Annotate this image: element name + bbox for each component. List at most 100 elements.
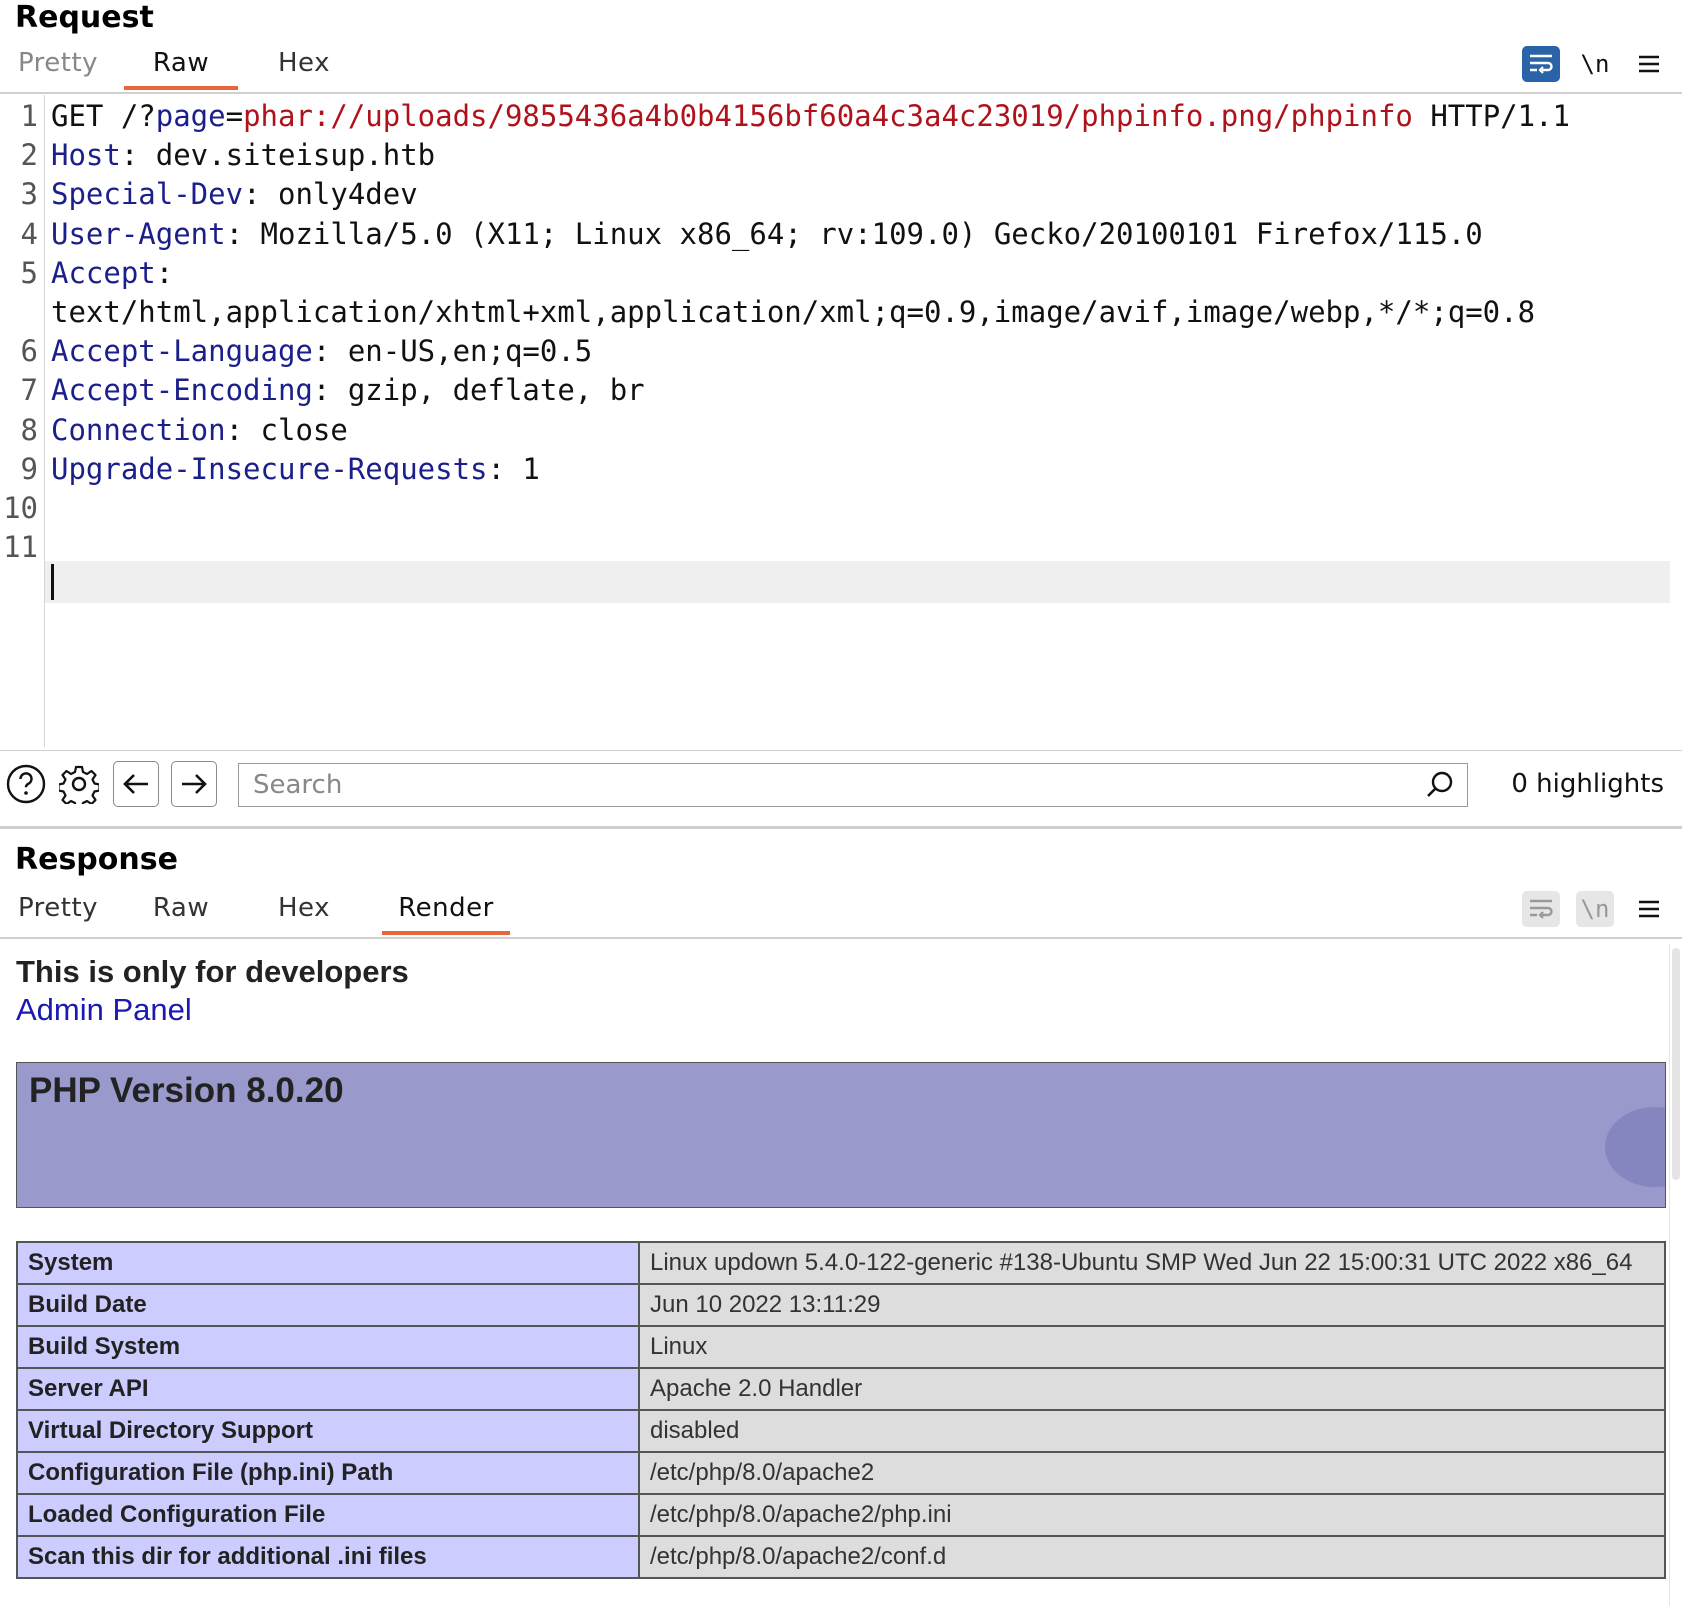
code-line[interactable]: Special-Dev: only4dev	[51, 173, 418, 215]
search-icon[interactable]	[1425, 770, 1455, 804]
info-key: Build System	[16, 1325, 640, 1369]
info-key: Build Date	[16, 1283, 640, 1327]
info-value: Jun 10 2022 13:11:29	[638, 1283, 1666, 1327]
code-line[interactable]: GET /?page=phar://uploads/9855436a4b0b41…	[51, 95, 1570, 137]
wrap-lines-icon[interactable]	[1522, 891, 1560, 927]
info-key: System	[16, 1241, 640, 1285]
request-tab-pretty[interactable]: Pretty	[0, 48, 116, 90]
code-line[interactable]: Accept:	[51, 252, 173, 294]
arrow-right-icon	[182, 774, 207, 794]
line-number: 1	[20, 99, 38, 133]
info-key: Scan this dir for additional .ini files	[16, 1535, 640, 1579]
request-tab-hex[interactable]: Hex	[246, 48, 362, 90]
header-name: page	[155, 99, 226, 133]
search-previous-button[interactable]	[113, 761, 159, 807]
code-text: =	[225, 99, 244, 133]
line-number: 5	[20, 255, 38, 290]
code-line[interactable]: text/html,application/xhtml+xml,applicat…	[51, 291, 1535, 333]
info-value: disabled	[638, 1409, 1666, 1453]
code-line[interactable]: User-Agent: Mozilla/5.0 (X11; Linux x86_…	[51, 213, 1483, 255]
hamburger-menu-icon[interactable]	[1630, 891, 1668, 927]
request-toolbar: \n	[1522, 46, 1668, 82]
arrow-left-icon	[123, 774, 148, 794]
line-number: 9	[20, 451, 38, 486]
code-text: :	[155, 255, 174, 290]
info-value: /etc/php/8.0/apache2	[638, 1451, 1666, 1495]
line-number: 6	[20, 334, 38, 369]
highlight-count: 0 highlights	[1511, 769, 1664, 799]
param-value: phar://uploads/9855436a4b0b4156bf60a4c3a…	[243, 99, 1413, 133]
code-line[interactable]: Upgrade-Insecure-Requests: 1	[51, 448, 540, 490]
code-text: HTTP/1.1	[1412, 99, 1571, 133]
php-version-header: PHP Version 8.0.20	[16, 1062, 1666, 1208]
code-text: text/html,application/xhtml+xml,applicat…	[51, 295, 1536, 329]
wrap-lines-icon[interactable]	[1522, 46, 1560, 82]
table-row: System Linux updown 5.4.0-122-generic #13…	[16, 1241, 1666, 1285]
table-row: Build System Linux	[16, 1325, 1666, 1369]
info-value: Linux updown 5.4.0-122-generic #138-Ubun…	[638, 1241, 1666, 1285]
request-tab-raw[interactable]: Raw	[116, 48, 246, 90]
developer-notice: This is only for developers	[16, 954, 409, 989]
info-value: Linux	[638, 1325, 1666, 1369]
line-number: 8	[20, 412, 38, 447]
header-name: Connection	[51, 412, 226, 447]
code-line[interactable]: Accept-Language: en-US,en;q=0.5	[51, 330, 592, 372]
info-value: Apache 2.0 Handler	[638, 1367, 1666, 1411]
help-icon[interactable]	[5, 763, 47, 805]
code-text: : only4dev	[243, 177, 418, 212]
header-name: Special-Dev	[51, 177, 244, 212]
show-newlines-icon[interactable]: \n	[1576, 46, 1614, 82]
code-line[interactable]: Host: dev.siteisup.htb	[51, 134, 435, 176]
header-name: Upgrade-Insecure-Requests	[51, 451, 488, 486]
search-input[interactable]	[251, 764, 1415, 806]
scrollbar-thumb[interactable]	[1672, 948, 1680, 1180]
response-toolbar: \n	[1522, 891, 1668, 927]
code-text: : close	[225, 412, 348, 447]
show-newlines-icon[interactable]: \n	[1576, 891, 1614, 927]
table-row: Server API Apache 2.0 Handler	[16, 1367, 1666, 1411]
render-view: This is only for developers Admin Panel …	[0, 944, 1682, 1606]
line-number: 10	[3, 491, 38, 525]
response-tab-hex[interactable]: Hex	[246, 893, 362, 935]
table-row: Build Date Jun 10 2022 13:11:29	[16, 1283, 1666, 1327]
table-row: Virtual Directory Support disabled	[16, 1409, 1666, 1453]
search-next-button[interactable]	[171, 761, 217, 807]
pane-divider[interactable]	[0, 826, 1682, 829]
gear-icon[interactable]	[58, 763, 100, 805]
request-tab-divider	[0, 92, 1682, 94]
code-line[interactable]: Connection: close	[51, 409, 348, 451]
line-number	[0, 291, 38, 333]
table-row: Configuration File (php.ini) Path/etc/ph…	[16, 1451, 1666, 1495]
response-tab-render[interactable]: Render	[374, 893, 518, 935]
info-value: /etc/php/8.0/apache2/php.ini	[638, 1493, 1666, 1537]
code-line[interactable]: Accept-Encoding: gzip, deflate, br	[51, 369, 645, 411]
header-name: User-Agent	[51, 216, 226, 251]
render-scrollbar[interactable]	[1669, 944, 1682, 1606]
table-row: Loaded Configuration File/etc/php/8.0/ap…	[16, 1493, 1666, 1537]
response-tab-raw[interactable]: Raw	[116, 893, 246, 935]
search-field	[238, 763, 1468, 807]
line-number: 3	[20, 177, 38, 212]
request-tabs: Pretty Raw Hex	[0, 48, 362, 90]
line-number: 7	[20, 373, 38, 408]
response-title: Response	[15, 842, 178, 877]
response-tabs: Pretty Raw Hex Render	[0, 893, 518, 935]
response-tab-divider	[0, 937, 1682, 939]
info-key: Loaded Configuration File	[16, 1493, 640, 1537]
header-name: Host	[51, 138, 121, 173]
admin-panel-link[interactable]: Admin Panel	[16, 992, 192, 1028]
line-number: 4	[20, 216, 38, 251]
code-text: : 1	[487, 451, 540, 486]
code-text: : dev.siteisup.htb	[120, 138, 436, 173]
text-caret	[51, 564, 54, 600]
response-tab-pretty[interactable]: Pretty	[0, 893, 116, 935]
request-editor[interactable]: 1 GET /?page=phar://uploads/9855436a4b0b4…	[0, 95, 1682, 747]
info-key: Configuration File (php.ini) Path	[16, 1451, 640, 1495]
code-text: GET /?	[51, 99, 156, 133]
code-text: : en-US,en;q=0.5	[312, 334, 593, 369]
hamburger-menu-icon[interactable]	[1630, 46, 1668, 82]
header-name: Accept-Language	[51, 334, 313, 369]
info-value: /etc/php/8.0/apache2/conf.d	[638, 1535, 1666, 1579]
info-key: Server API	[16, 1367, 640, 1411]
line-number: 2	[20, 138, 38, 173]
